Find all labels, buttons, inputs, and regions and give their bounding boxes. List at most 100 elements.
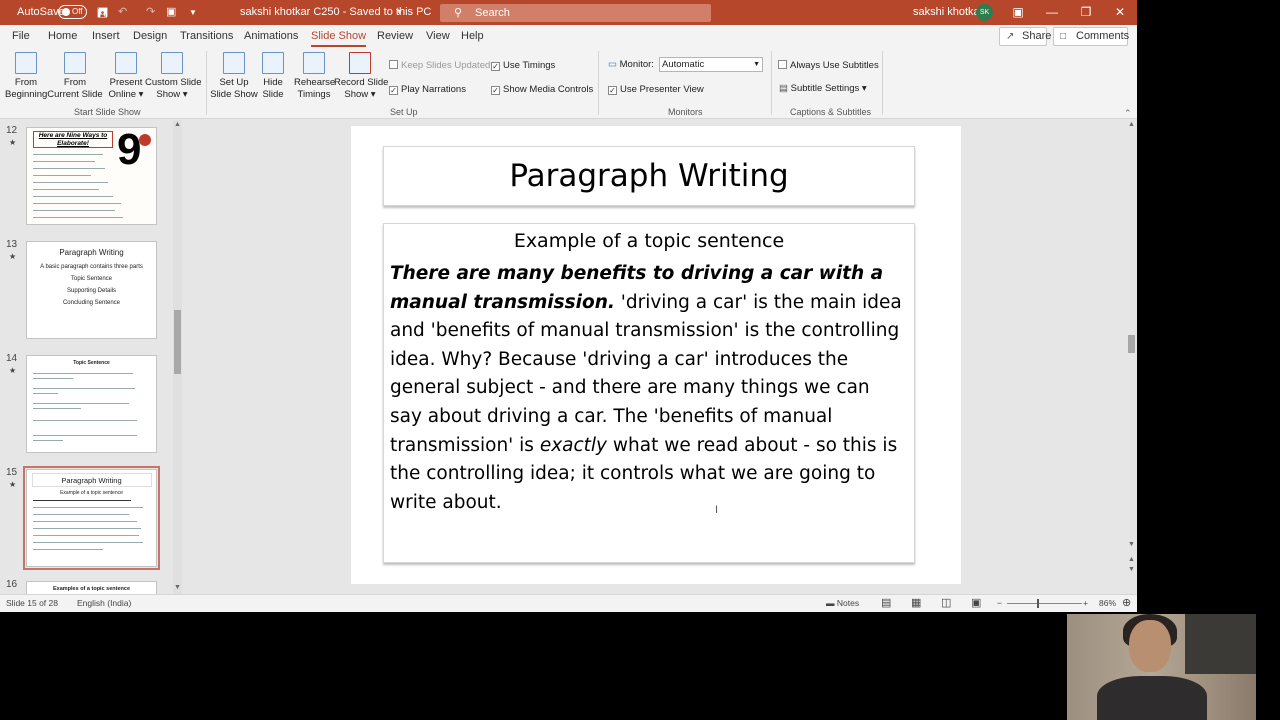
slide-thumbnail-13[interactable]: Paragraph Writing A basic paragraph cont… xyxy=(26,241,157,339)
subtitle-settings-button[interactable]: ▤ Subtitle Settings ▾ xyxy=(779,83,867,95)
minimize-icon[interactable]: — xyxy=(1035,0,1069,25)
tab-view[interactable]: View xyxy=(426,25,450,47)
ribbon-display-icon[interactable]: ▣ xyxy=(1001,0,1035,25)
search-box[interactable]: ⚲ Search xyxy=(440,4,711,22)
scroll-down-icon[interactable]: ▼ xyxy=(1128,541,1135,548)
next-slide-icon[interactable]: ▼ xyxy=(1128,566,1135,573)
ribbon-divider xyxy=(598,51,599,115)
title-bar: AutoSave Off 🖪 ↶ ↷ ▣ ▼ sakshi khotkar C2… xyxy=(0,0,1137,25)
tab-transitions[interactable]: Transitions xyxy=(180,25,233,47)
thumb-line xyxy=(33,393,58,394)
hide-slide-label-2: Slide xyxy=(262,88,284,100)
avatar[interactable]: SK xyxy=(976,4,993,21)
autosave-toggle[interactable]: Off xyxy=(58,5,87,19)
setup-show-icon xyxy=(223,52,245,74)
scroll-up-icon[interactable]: ▲ xyxy=(1128,121,1135,128)
zoom-slider-thumb[interactable] xyxy=(1037,599,1039,608)
play-narrations-checkbox[interactable]: ✓ Play Narrations xyxy=(389,84,466,96)
tab-slide-show[interactable]: Slide Show xyxy=(311,25,367,47)
thumb-line xyxy=(33,196,113,197)
monitor-icon: ▭ xyxy=(608,59,617,70)
language-indicator[interactable]: English (India) xyxy=(77,595,131,612)
customize-qat-icon[interactable]: ▼ xyxy=(189,0,197,25)
animation-star-icon: ★ xyxy=(9,252,17,261)
previous-slide-icon[interactable]: ▲ xyxy=(1128,556,1135,563)
zoom-out-icon[interactable]: − xyxy=(997,595,1002,612)
tab-insert[interactable]: Insert xyxy=(92,25,120,47)
comments-button[interactable]: □ Comments xyxy=(1053,27,1130,46)
save-icon[interactable]: 🖪 xyxy=(97,0,108,25)
tab-home[interactable]: Home xyxy=(48,25,77,47)
ribbon-divider xyxy=(206,51,207,115)
thumbnail-scrollbar[interactable]: ▲ ▼ xyxy=(173,120,182,594)
record-slide-show-button[interactable]: Record Slide Show ▾ xyxy=(334,52,388,100)
normal-view-icon[interactable]: ▤ xyxy=(881,595,891,612)
reading-view-icon[interactable]: ◫ xyxy=(941,595,951,612)
rehearse-timings-button[interactable]: Rehearse Timings xyxy=(294,52,335,100)
tab-animations[interactable]: Animations xyxy=(244,25,298,47)
user-name[interactable]: sakshi khotkar xyxy=(913,0,983,25)
custom-slide-show-button[interactable]: Custom Slide Show ▾ xyxy=(145,52,202,100)
thumb-number: 16 xyxy=(6,579,18,590)
thumb-line xyxy=(33,189,99,190)
slide-show-view-icon[interactable]: ▣ xyxy=(971,595,981,612)
editor-scrollbar[interactable]: ▲ ▼ ▲ ▼ xyxy=(1126,120,1136,594)
slide-title[interactable]: Paragraph Writing xyxy=(383,146,915,206)
ribbon: From Beginning From Current Slide Presen… xyxy=(0,47,1137,119)
title-chevron-down-icon[interactable]: ▼ xyxy=(396,0,403,25)
monitor-label-text: Monitor: xyxy=(619,59,654,70)
monitor-label: ▭ Monitor: xyxy=(608,59,654,71)
slide-sorter-icon[interactable]: ▦ xyxy=(911,595,921,612)
checkmark-icon: ✓ xyxy=(491,62,500,71)
set-up-slide-show-button[interactable]: Set Up Slide Show xyxy=(210,52,258,100)
zoom-in-icon[interactable]: + xyxy=(1083,595,1088,612)
tab-file[interactable]: File xyxy=(12,25,30,47)
from-beginning-button[interactable]: From Beginning xyxy=(5,52,47,100)
slide-thumbnail-12[interactable]: Here are Nine Ways to Elaborate! 9 xyxy=(26,127,157,225)
undo-icon[interactable]: ↶ xyxy=(118,0,127,25)
emphasized-word: exactly xyxy=(539,434,607,456)
redo-icon[interactable]: ↷ xyxy=(146,0,155,25)
setup-show-label-1: Set Up xyxy=(219,77,249,88)
close-icon[interactable]: ✕ xyxy=(1103,0,1137,25)
zoom-level[interactable]: 86% xyxy=(1099,595,1116,612)
restore-icon[interactable]: ❐ xyxy=(1069,0,1103,25)
thumb-line xyxy=(33,408,81,409)
monitor-dropdown[interactable]: Automatic ▼ xyxy=(659,57,763,72)
zoom-slider[interactable] xyxy=(1007,603,1082,604)
slide-body-textbox[interactable]: Example of a topic sentence There are ma… xyxy=(383,223,915,563)
from-current-slide-button[interactable]: From Current Slide xyxy=(47,52,103,100)
thumb-line xyxy=(33,203,121,204)
thumb-line xyxy=(33,175,91,176)
scrollbar-thumb[interactable] xyxy=(1128,335,1135,353)
search-placeholder: Search xyxy=(475,7,510,19)
notes-button[interactable]: ▬ Notes xyxy=(826,595,859,612)
tab-review[interactable]: Review xyxy=(377,25,413,47)
comments-label: Comments xyxy=(1076,30,1130,42)
slide-thumbnail-16[interactable]: Examples of a topic sentence xyxy=(26,581,157,594)
always-use-subtitles-label: Always Use Subtitles xyxy=(790,60,879,71)
keep-slides-updated-checkbox[interactable]: Keep Slides Updated xyxy=(389,60,490,72)
use-presenter-view-checkbox[interactable]: ✓ Use Presenter View xyxy=(608,84,704,96)
scroll-down-icon[interactable]: ▼ xyxy=(174,584,181,591)
tab-help[interactable]: Help xyxy=(461,25,484,47)
thumb-line-text: Concluding Sentence xyxy=(62,300,121,306)
always-use-subtitles-checkbox[interactable]: Always Use Subtitles xyxy=(778,60,879,72)
share-button[interactable]: ↗ Share xyxy=(999,27,1051,46)
current-slide[interactable]: Paragraph Writing Example of a topic sen… xyxy=(351,126,961,584)
show-media-controls-checkbox[interactable]: ✓ Show Media Controls xyxy=(491,84,593,96)
present-online-button[interactable]: Present Online ▾ xyxy=(107,52,145,100)
slide-thumbnail-14[interactable]: Topic Sentence xyxy=(26,355,157,453)
hide-slide-button[interactable]: Hide Slide xyxy=(258,52,288,100)
slide-thumbnail-15[interactable]: Paragraph Writing Example of a topic sen… xyxy=(23,466,160,570)
present-icon[interactable]: ▣ xyxy=(166,0,176,25)
scroll-up-icon[interactable]: ▲ xyxy=(174,121,181,128)
fit-to-window-icon[interactable]: ⊕ xyxy=(1122,595,1131,612)
tab-design[interactable]: Design xyxy=(133,25,167,47)
scrollbar-thumb[interactable] xyxy=(174,310,181,374)
checkbox-icon xyxy=(389,60,398,69)
use-timings-checkbox[interactable]: ✓ Use Timings xyxy=(491,60,555,72)
collapse-ribbon-icon[interactable]: ⌃ xyxy=(1124,108,1132,119)
present-online-label-2-text: Online xyxy=(108,88,137,100)
thumb-big-number: 9 xyxy=(117,127,142,174)
